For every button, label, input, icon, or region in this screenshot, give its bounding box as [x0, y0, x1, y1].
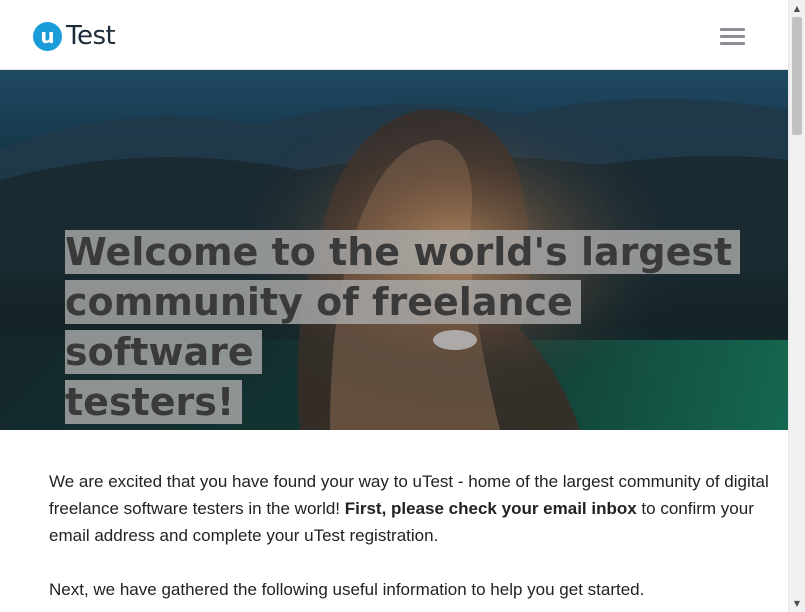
menu-bar [720, 42, 745, 45]
page: u Test Welcome to the world's largest co… [0, 0, 805, 612]
viewport: u Test Welcome to the world's largest co… [0, 0, 788, 612]
hero-title-line-1: Welcome to the world's largest [65, 230, 741, 274]
intro-bold-text: First, please check your email inbox [344, 499, 637, 518]
hero-banner: Welcome to the world's largest community… [0, 70, 788, 430]
intro-paragraph: We are excited that you have found your … [49, 468, 769, 549]
scroll-down-arrow-icon[interactable]: ▼ [789, 595, 805, 612]
scrollbar-thumb[interactable] [792, 17, 802, 135]
utest-logo[interactable]: u Test [33, 20, 116, 52]
menu-bar [720, 35, 745, 38]
site-header: u Test [0, 0, 788, 70]
logo-mark: u [33, 21, 62, 51]
menu-bar [720, 28, 745, 31]
hamburger-menu-icon[interactable] [720, 26, 746, 46]
hero-title-line-2: community of freelance software [65, 280, 581, 374]
hero-title: Welcome to the world's largest community… [65, 227, 745, 427]
vertical-scrollbar[interactable]: ▲ ▼ [788, 0, 805, 612]
logo-text: Test [66, 21, 116, 51]
hero-title-line-3: testers! [65, 380, 243, 424]
next-paragraph: Next, we have gathered the following use… [49, 580, 645, 599]
main-content: We are excited that you have found your … [49, 468, 769, 612]
scroll-up-arrow-icon[interactable]: ▲ [789, 0, 805, 17]
